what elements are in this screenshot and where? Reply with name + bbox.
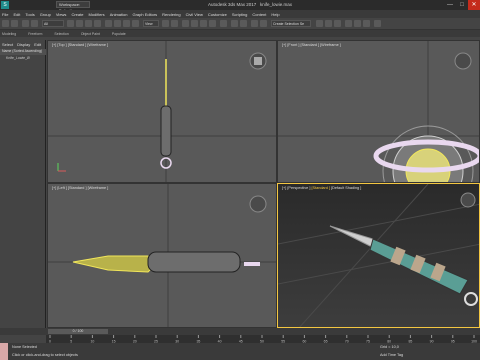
menu-civil-view[interactable]: Civil View bbox=[186, 12, 203, 17]
grid-readout: Grid = 10,0 bbox=[380, 345, 399, 349]
scene-tab-select[interactable]: Select bbox=[2, 42, 13, 47]
axis-tripod-top bbox=[57, 163, 66, 172]
menu-bar: File Edit Tools Group Views Create Modif… bbox=[0, 10, 480, 18]
selection-status: None Selected bbox=[12, 345, 37, 349]
ribbon-tab-freeform[interactable]: Freeform bbox=[28, 32, 42, 36]
reference-coordinate-dropdown[interactable]: View bbox=[143, 20, 159, 27]
angle-snap-icon[interactable] bbox=[191, 20, 198, 27]
menu-graph-editors[interactable]: Graph Editors bbox=[132, 12, 157, 17]
menu-animation[interactable]: Animation bbox=[110, 12, 128, 17]
viewcube-persp bbox=[460, 192, 476, 208]
select-by-name-icon[interactable] bbox=[76, 20, 83, 27]
handle-top bbox=[160, 105, 172, 157]
perspective-view-drawing bbox=[278, 184, 479, 327]
menu-modifiers[interactable]: Modifiers bbox=[88, 12, 104, 17]
menu-file[interactable]: File bbox=[2, 12, 8, 17]
scale-icon[interactable] bbox=[123, 20, 130, 27]
window-controls: — □ ✕ bbox=[444, 0, 480, 10]
render-setup-icon[interactable] bbox=[345, 20, 352, 27]
track-bar[interactable]: 0 5 10 15 20 25 30 35 40 45 50 55 60 65 70 75 80 85 90 95 10… bbox=[46, 335, 480, 344]
status-bar: None Selected Click or click-and-drag to… bbox=[0, 343, 480, 360]
render-production-icon[interactable] bbox=[363, 20, 370, 27]
link-icon[interactable] bbox=[22, 20, 29, 27]
add-time-tag[interactable]: Add Time Tag bbox=[380, 353, 403, 357]
prompt-line: Click or click-and-drag to select object… bbox=[12, 353, 78, 357]
column-header-name[interactable]: Name (Sorted Ascending) bbox=[0, 49, 46, 55]
window-crossing-icon[interactable] bbox=[94, 20, 101, 27]
undo-icon[interactable] bbox=[2, 20, 9, 27]
title-bar: S Workspace: Default Autodesk 3ds Max 20… bbox=[0, 0, 480, 13]
time-slider[interactable]: 0 / 100 bbox=[0, 328, 480, 335]
file-name: knife_lowie.max bbox=[260, 2, 293, 7]
viewcube-front bbox=[454, 52, 472, 70]
rendered-frame-icon[interactable] bbox=[354, 20, 361, 27]
unlink-icon[interactable] bbox=[31, 20, 38, 27]
viewport-perspective[interactable]: [+] [Perspective ] [Standard ] [Default … bbox=[277, 183, 480, 328]
ring-persp bbox=[464, 292, 478, 306]
workspace-select[interactable]: Workspace: Default bbox=[56, 1, 90, 13]
menu-tools[interactable]: Tools bbox=[25, 12, 34, 17]
named-selection-set[interactable]: Create Selection Se bbox=[271, 20, 311, 27]
scene-item-knife[interactable]: Knife_Lowie_Ø bbox=[0, 56, 46, 62]
time-slider-thumb[interactable]: 0 / 100 bbox=[48, 329, 108, 334]
ribbon-tabs: Modeling Freeform Selection Object Paint… bbox=[0, 30, 480, 37]
menu-create[interactable]: Create bbox=[71, 12, 83, 17]
selection-filter[interactable]: All bbox=[42, 20, 64, 27]
main-toolbar: All View Create Selection Se bbox=[0, 18, 480, 30]
menu-scripting[interactable]: Scripting bbox=[232, 12, 248, 17]
ribbon-tab-populate[interactable]: Populate bbox=[112, 32, 126, 36]
curve-editor-icon[interactable] bbox=[316, 20, 323, 27]
menu-content[interactable]: Content bbox=[252, 12, 266, 17]
menu-help[interactable]: Help bbox=[271, 12, 279, 17]
viewport-top[interactable]: [+] [Top ] [Standard ] [Wireframe ] bbox=[47, 40, 277, 183]
viewport-front[interactable]: [+] [Front ] [Standard ] [Wireframe ] bbox=[277, 40, 480, 183]
scene-explorer-icon[interactable] bbox=[260, 20, 267, 27]
viewcube-left bbox=[249, 195, 267, 213]
material-editor-icon[interactable] bbox=[334, 20, 341, 27]
blade-left bbox=[72, 255, 157, 273]
viewport-left[interactable]: [+] [Left ] [Standard ] [Wireframe ] bbox=[47, 183, 277, 328]
close-icon[interactable]: ✕ bbox=[468, 0, 480, 10]
snaps-toggle-icon[interactable] bbox=[182, 20, 189, 27]
scene-tab-edit[interactable]: Edit bbox=[34, 42, 41, 47]
front-view-drawing bbox=[278, 41, 479, 182]
app-name: Autodesk 3ds Max 2017 bbox=[207, 2, 257, 7]
app-icon[interactable]: S bbox=[1, 1, 9, 9]
rotate-icon[interactable] bbox=[114, 20, 121, 27]
scene-explorer-tabs: Select Display Edit bbox=[0, 40, 46, 48]
scene-explorer: Select Display Edit Name (Sorted Ascendi… bbox=[0, 40, 46, 328]
region-select-icon[interactable] bbox=[85, 20, 92, 27]
left-view-drawing bbox=[48, 184, 276, 327]
menu-group[interactable]: Group bbox=[40, 12, 51, 17]
menu-edit[interactable]: Edit bbox=[13, 12, 20, 17]
align-icon[interactable] bbox=[240, 20, 247, 27]
ribbon-tab-object-paint[interactable]: Object Paint bbox=[81, 32, 100, 36]
layer-explorer-icon[interactable] bbox=[251, 20, 258, 27]
maximize-icon[interactable]: □ bbox=[456, 0, 468, 10]
top-view-drawing bbox=[48, 41, 276, 182]
select-object-icon[interactable] bbox=[67, 20, 74, 27]
minimize-icon[interactable]: — bbox=[444, 0, 456, 10]
menu-rendering[interactable]: Rendering bbox=[162, 12, 180, 17]
edit-named-selection-icon[interactable] bbox=[220, 20, 227, 27]
window-title: Autodesk 3ds Max 2017 knife_lowie.max bbox=[150, 2, 350, 8]
schematic-view-icon[interactable] bbox=[325, 20, 332, 27]
select-manipulate-icon[interactable] bbox=[171, 20, 178, 27]
spinner-snap-icon[interactable] bbox=[209, 20, 216, 27]
place-icon[interactable] bbox=[132, 20, 139, 27]
ribbon-tab-selection[interactable]: Selection bbox=[54, 32, 68, 36]
ribbon-tab-modeling[interactable]: Modeling bbox=[2, 32, 16, 36]
percent-snap-icon[interactable] bbox=[200, 20, 207, 27]
move-icon[interactable] bbox=[105, 20, 112, 27]
menu-customize[interactable]: Customize bbox=[208, 12, 227, 17]
render-cloud-icon[interactable] bbox=[374, 20, 381, 27]
mirror-icon[interactable] bbox=[231, 20, 238, 27]
handle-left bbox=[147, 251, 241, 273]
trackbar-ticks: 0 5 10 15 20 25 30 35 40 45 50 55 60 65 70 75 80 85 90 95 10… bbox=[49, 335, 477, 344]
scene-tab-display[interactable]: Display bbox=[17, 42, 30, 47]
maxscript-listener[interactable] bbox=[0, 343, 8, 360]
redo-icon[interactable] bbox=[11, 20, 18, 27]
menu-views[interactable]: Views bbox=[56, 12, 67, 17]
pivot-icon[interactable] bbox=[162, 20, 169, 27]
